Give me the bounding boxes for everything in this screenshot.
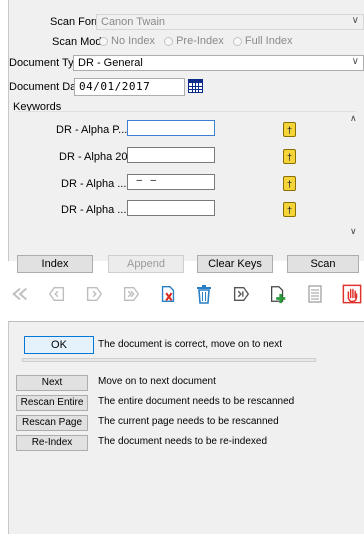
move-last-icon[interactable]	[231, 284, 251, 304]
calendar-icon[interactable]	[188, 79, 203, 93]
document-type-value: DR - General	[78, 57, 143, 69]
next-description: Move on to next document	[98, 376, 216, 387]
rescan-entire-description: The entire document needs to be rescanne…	[98, 396, 295, 407]
lock-icon[interactable]: †	[283, 149, 296, 164]
lock-icon[interactable]: †	[283, 202, 296, 217]
delete-page-icon[interactable]	[158, 284, 178, 304]
scroll-up-icon[interactable]: ∧	[350, 113, 357, 124]
keyword-input[interactable]	[127, 120, 215, 136]
ok-button[interactable]: OK	[24, 336, 94, 354]
scan-mode-radios: No Index Pre-Index Full Index	[99, 35, 299, 49]
document-date-field[interactable]: 04/01/2017	[74, 78, 185, 96]
chevron-down-icon: ∨	[351, 15, 359, 26]
reindex-description: The document needs to be re-indexed	[98, 436, 267, 447]
keyword-label: DR - Alpha ...	[61, 178, 127, 190]
stop-hand-icon[interactable]	[342, 284, 362, 304]
last-page-icon[interactable]	[121, 284, 141, 304]
progress-bar	[22, 358, 316, 362]
keyword-label: DR - Alpha ...	[61, 204, 127, 216]
lock-icon[interactable]: †	[283, 122, 296, 137]
keyword-label: DR - Alpha 20	[59, 151, 128, 163]
chevron-down-icon: ∨	[351, 56, 359, 67]
page-toolbar	[10, 281, 362, 307]
first-page-icon[interactable]	[10, 284, 30, 304]
radio-no-index[interactable]: No Index	[99, 35, 155, 47]
index-button[interactable]: Index	[17, 255, 93, 273]
rescan-page-button[interactable]: Rescan Page	[16, 415, 88, 431]
next-page-icon[interactable]	[84, 284, 104, 304]
lock-icon[interactable]: †	[283, 176, 296, 191]
radio-full-index[interactable]: Full Index	[232, 35, 293, 47]
rescan-page-description: The current page needs to be rescanned	[98, 416, 279, 427]
scan-format-select[interactable]: Canon Twain ∨	[96, 14, 364, 30]
keywords-scrollbar[interactable]: ∧ ∨	[348, 113, 360, 237]
keyword-input[interactable]: – –	[127, 174, 215, 190]
document-type-select[interactable]: DR - General ∨	[73, 55, 364, 71]
prev-page-icon[interactable]	[47, 284, 67, 304]
scan-button[interactable]: Scan	[287, 255, 359, 273]
keyword-label: DR - Alpha P...	[56, 124, 128, 136]
scroll-down-icon[interactable]: ∨	[350, 226, 357, 237]
radio-pre-index[interactable]: Pre-Index	[164, 35, 224, 47]
add-page-icon[interactable]	[268, 284, 288, 304]
append-button[interactable]: Append	[108, 255, 184, 273]
trash-icon[interactable]	[194, 284, 214, 304]
keyword-input[interactable]	[127, 200, 215, 216]
next-button[interactable]: Next	[16, 375, 88, 391]
ok-description: The document is correct, move on to next	[98, 339, 282, 350]
clear-keys-button[interactable]: Clear Keys	[197, 255, 273, 273]
keyword-input[interactable]	[127, 147, 215, 163]
rescan-entire-button[interactable]: Rescan Entire	[16, 395, 88, 411]
page-list-icon[interactable]	[305, 284, 325, 304]
reindex-button[interactable]: Re-Index	[16, 435, 88, 451]
scan-format-value: Canon Twain	[101, 16, 166, 28]
